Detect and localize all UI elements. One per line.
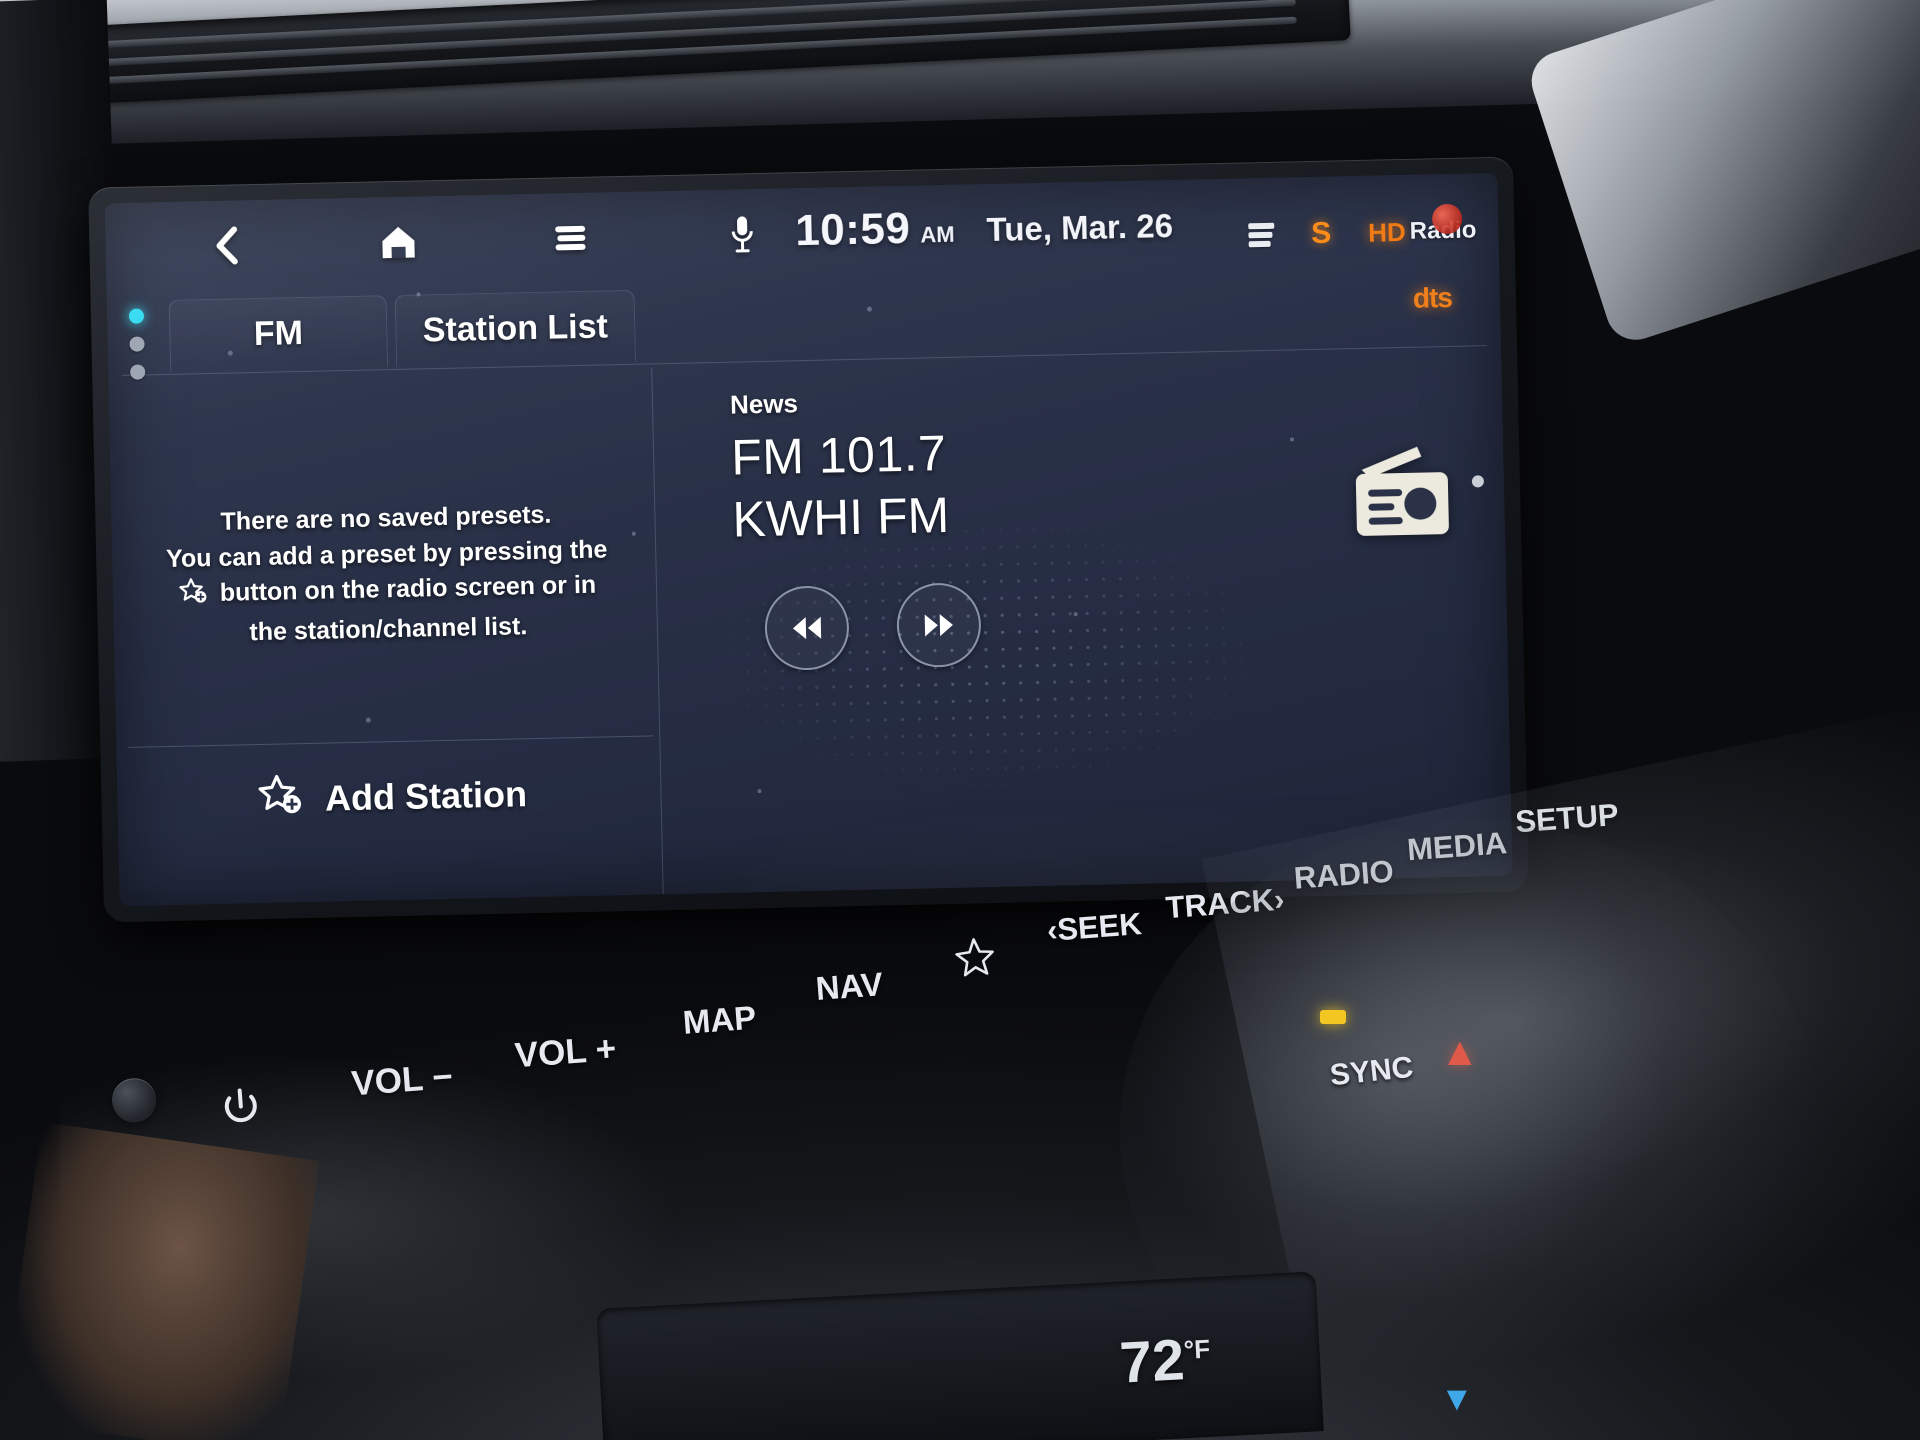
page-indicator-dots[interactable] bbox=[128, 308, 146, 380]
preset-panel: There are no saved presets. You can add … bbox=[108, 367, 662, 906]
sync-led-indicator bbox=[1320, 1010, 1346, 1024]
equalizer-icon bbox=[1247, 222, 1275, 248]
infotainment-screen[interactable]: 10:59 AM Tue, Mar. 26 S HD Radio dts bbox=[104, 172, 1513, 907]
microphone-icon[interactable] bbox=[721, 213, 764, 256]
seek-backward-icon[interactable] bbox=[764, 585, 850, 671]
clock-date: Tue, Mar. 26 bbox=[986, 206, 1174, 249]
radio-icon bbox=[1347, 442, 1457, 547]
favorite-star-icon[interactable] bbox=[952, 935, 997, 983]
no-presets-line-3: button on the radio screen or in bbox=[219, 570, 597, 607]
sxm-badge-icon: S bbox=[1310, 216, 1332, 250]
no-presets-message: There are no saved presets. You can add … bbox=[123, 495, 651, 652]
climate-control-panel[interactable]: 72°F bbox=[596, 1271, 1324, 1440]
tab-fm[interactable]: FM bbox=[168, 295, 389, 372]
transport-controls bbox=[764, 582, 982, 671]
menu-icon[interactable] bbox=[549, 217, 592, 260]
page-dot-2[interactable] bbox=[129, 336, 145, 352]
temp-down-chevron-icon[interactable]: ▼ bbox=[1440, 1380, 1474, 1419]
page-dot-3[interactable] bbox=[130, 364, 146, 380]
hd-mark-label: HD bbox=[1367, 216, 1407, 248]
station-info: News FM 101.7 KWHI FM bbox=[730, 385, 950, 549]
temperature-value: 72 bbox=[1118, 1327, 1186, 1396]
clock-ampm: AM bbox=[920, 221, 955, 248]
page-dot-1[interactable] bbox=[128, 308, 145, 324]
station-call-sign: KWHI FM bbox=[731, 486, 950, 548]
main-content: There are no saved presets. You can add … bbox=[108, 349, 1512, 906]
clock: 10:59 AM Tue, Mar. 26 bbox=[795, 198, 1174, 256]
infotainment-head-unit: 10:59 AM Tue, Mar. 26 S HD Radio dts bbox=[88, 156, 1529, 923]
tab-station-list[interactable]: Station List bbox=[394, 289, 637, 367]
dashboard-vent bbox=[18, 0, 1351, 108]
star-plus-icon bbox=[178, 577, 209, 616]
now-playing-panel: News FM 101.7 KWHI FM bbox=[634, 349, 1512, 894]
temperature-readout: 72°F bbox=[1118, 1325, 1212, 1397]
chrome-trim-right bbox=[1523, 0, 1920, 348]
home-icon[interactable] bbox=[377, 220, 420, 263]
status-icon-row: S HD Radio bbox=[1247, 203, 1477, 252]
hand-reflection bbox=[0, 1121, 320, 1440]
photo-scene: 10:59 AM Tue, Mar. 26 S HD Radio dts bbox=[0, 0, 1920, 1440]
add-station-star-plus-icon bbox=[256, 773, 305, 827]
add-station-label: Add Station bbox=[324, 773, 528, 819]
back-chevron-icon[interactable] bbox=[205, 224, 248, 267]
clock-time: 10:59 bbox=[794, 203, 911, 256]
nav-button[interactable]: NAV bbox=[814, 965, 884, 1008]
temperature-unit: °F bbox=[1182, 1333, 1211, 1365]
map-button[interactable]: MAP bbox=[682, 999, 758, 1042]
seek-button[interactable]: ‹SEEK bbox=[1046, 906, 1143, 949]
temp-up-chevron-icon[interactable]: ▲ bbox=[1440, 1030, 1480, 1075]
navigation-icon-row bbox=[205, 213, 764, 267]
seek-forward-icon[interactable] bbox=[895, 582, 982, 669]
indicator-dot bbox=[1471, 475, 1485, 488]
add-station-button[interactable]: Add Station bbox=[128, 736, 655, 857]
station-frequency: FM 101.7 bbox=[730, 424, 947, 486]
station-genre: News bbox=[729, 388, 799, 420]
